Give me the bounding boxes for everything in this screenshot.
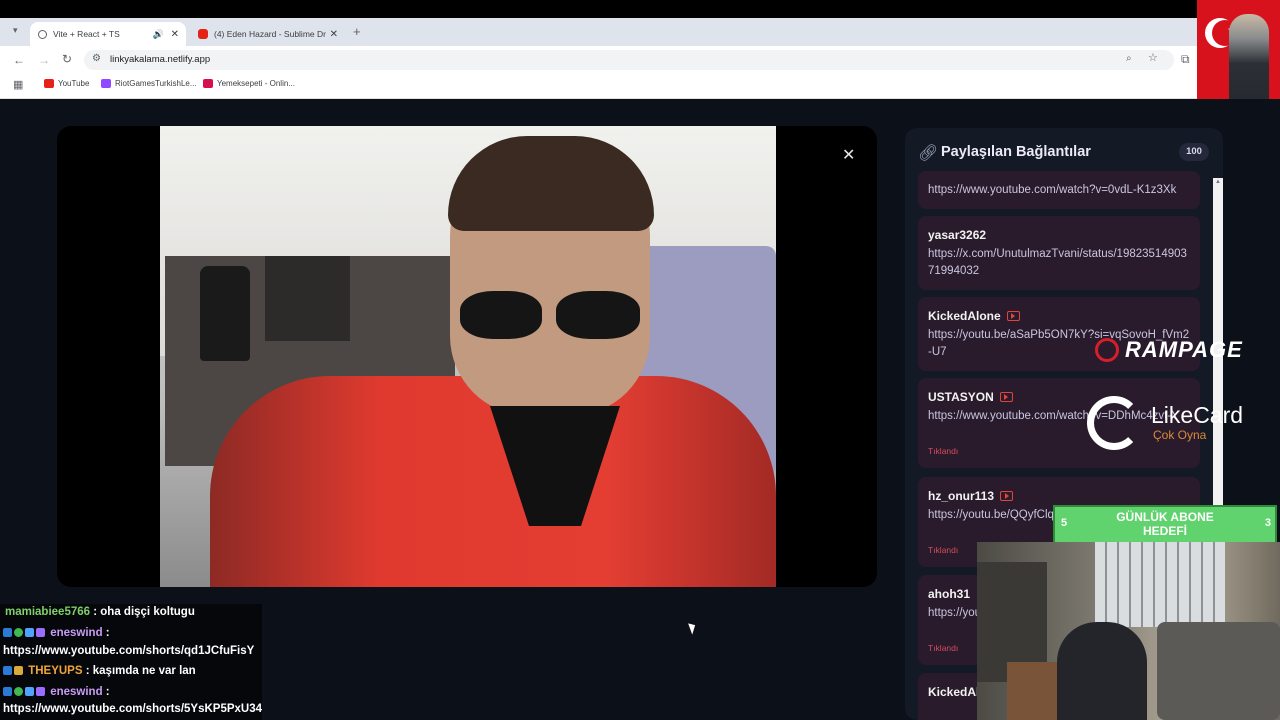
zoom-icon[interactable]: ⌕ — [1126, 54, 1132, 64]
clicked-status: Tıklandı — [928, 643, 959, 653]
tab-title: (4) Eden Hazard - Sublime Dribbl — [214, 29, 326, 39]
new-tab-icon[interactable]: + — [353, 25, 361, 38]
goal-current: 5 — [1061, 517, 1068, 529]
chat-username: THEYUPS — [28, 665, 83, 677]
chat-message: THEYUPS : kaşımda ne var lan — [3, 665, 196, 677]
bookmark-star-icon[interactable]: ☆ — [1148, 53, 1158, 64]
close-tab-icon[interactable]: ✕ — [330, 29, 338, 40]
chat-text: kaşımda ne var lan — [92, 665, 196, 677]
bookmark-youtube[interactable]: YouTube — [44, 79, 89, 88]
youtube-icon — [1000, 491, 1014, 501]
clicked-status: Tıklandı — [928, 545, 959, 555]
youtube-icon — [999, 392, 1013, 402]
gem-badge-icon — [25, 628, 34, 637]
bookmark-yemeksepeti[interactable]: Yemeksepeti - Onlin... — [203, 79, 295, 88]
address-bar[interactable]: ⚙ linkyakalama.netlify.app ⌕ ☆ — [84, 50, 1174, 70]
prime-badge-icon — [3, 666, 12, 675]
subscriber-goal: GÜNLÜK ABONE HEDEFİ 5 3 — [1053, 505, 1277, 544]
link-card[interactable]: https://www.youtube.com/watch?v=0vdL-K1z… — [918, 171, 1200, 209]
chat-overlay: mamiabiee5766 : oha dişçi koltugu eneswi… — [0, 604, 262, 720]
video-player[interactable] — [160, 126, 776, 587]
scroll-up-icon[interactable]: ▲ — [1215, 179, 1221, 185]
link-icon: 🔗︎ — [918, 145, 939, 162]
url-text: linkyakalama.netlify.app — [110, 54, 211, 65]
yemeksepeti-icon — [203, 79, 213, 88]
bookmark-label: YouTube — [58, 79, 90, 88]
streamer-webcam — [977, 542, 1280, 720]
chat-message: eneswind : — [3, 627, 110, 639]
tab-title: Vite + React + TS — [53, 29, 120, 39]
speaker-icon[interactable]: 🔊 — [153, 29, 164, 40]
close-tab-icon[interactable]: ✕ — [171, 29, 179, 40]
tab-vite[interactable]: Vite + React + TS 🔊 ✕ — [30, 22, 186, 46]
prime-badge-icon — [3, 628, 12, 637]
panel-title: Paylaşılan Bağlantılar — [941, 144, 1091, 160]
rank-badge-icon — [14, 666, 23, 675]
rank-badge-icon — [36, 687, 45, 696]
chat-text: https://www.youtube.com/shorts/5YsKP5PxU… — [3, 703, 263, 715]
site-info-icon[interactable]: ⚙ — [92, 54, 101, 64]
youtube-icon — [44, 79, 54, 88]
link-user: USTASYON — [928, 390, 1013, 404]
youtube-icon — [198, 29, 208, 39]
verified-badge-icon — [14, 687, 23, 696]
likecard-logo: LikeCard Çok Oyna — [1087, 396, 1277, 454]
clicked-status: Tıklandı — [928, 446, 959, 456]
back-icon[interactable]: ← — [13, 54, 25, 66]
link-user: KickedAlone — [928, 309, 1020, 323]
tab-strip: ▾ Vite + React + TS 🔊 ✕ (4) Eden Hazard … — [0, 18, 1197, 46]
tab-youtube[interactable]: (4) Eden Hazard - Sublime Dribbl ✕ — [190, 22, 340, 46]
bookmark-riot[interactable]: RiotGamesTurkishLe... — [101, 79, 197, 88]
apps-grid-icon[interactable]: ▦ — [13, 80, 23, 91]
rampage-icon — [1095, 338, 1119, 362]
close-modal-icon[interactable]: ✕ — [842, 145, 855, 165]
verified-badge-icon — [14, 628, 23, 637]
bookmark-label: Yemeksepeti - Onlin... — [217, 79, 295, 88]
likecard-icon — [1087, 396, 1141, 450]
chat-message: mamiabiee5766 : oha dişçi koltugu — [5, 606, 195, 618]
link-user: yasar3262 — [928, 228, 987, 242]
top-bar — [0, 0, 1280, 18]
goal-target: 3 — [1264, 517, 1271, 529]
extensions-icon[interactable]: ⧉ — [1181, 53, 1190, 65]
bookmark-label: RiotGamesTurkishLe... — [115, 79, 197, 88]
tab-search-chevron-icon[interactable]: ▾ — [13, 26, 18, 35]
link-card[interactable]: yasar3262 https://x.com/UnutulmazTvani/s… — [918, 216, 1200, 290]
twitch-icon — [101, 79, 111, 88]
forward-icon[interactable]: → — [38, 54, 50, 66]
bookmarks-bar: ▦ YouTube RiotGamesTurkishLe... Yemeksep… — [0, 74, 1197, 99]
gem-badge-icon — [25, 687, 34, 696]
chat-text: oha dişçi koltugu — [100, 606, 195, 618]
toolbar: ← → ↻ ⚙ linkyakalama.netlify.app ⌕ ☆ ⧉ — [0, 46, 1197, 74]
link-user: ahoh31 — [928, 587, 971, 601]
rank-badge-icon — [36, 628, 45, 637]
youtube-icon — [1006, 311, 1020, 321]
chat-username: eneswind — [50, 686, 103, 698]
chat-message: eneswind : — [3, 686, 110, 698]
link-url[interactable]: https://www.youtube.com/watch?v=0vdL-K1z… — [928, 182, 1190, 199]
link-count-badge: 100 — [1179, 143, 1209, 161]
sunglasses — [460, 291, 640, 341]
prime-badge-icon — [3, 687, 12, 696]
chat-username: mamiabiee5766 — [5, 606, 91, 618]
chat-text: https://www.youtube.com/shorts/qd1JCfuFi… — [3, 645, 255, 657]
globe-icon — [38, 29, 47, 39]
link-user: hz_onur113 — [928, 489, 1014, 503]
goal-title: GÜNLÜK ABONE HEDEFİ — [1116, 510, 1214, 538]
chat-username: eneswind — [50, 627, 103, 639]
bottle — [200, 266, 250, 361]
rampage-logo: RAMPAGE — [1095, 336, 1243, 364]
link-url[interactable]: https://x.com/UnutulmazTvani/status/1982… — [928, 246, 1190, 280]
reload-icon[interactable]: ↻ — [62, 53, 72, 65]
